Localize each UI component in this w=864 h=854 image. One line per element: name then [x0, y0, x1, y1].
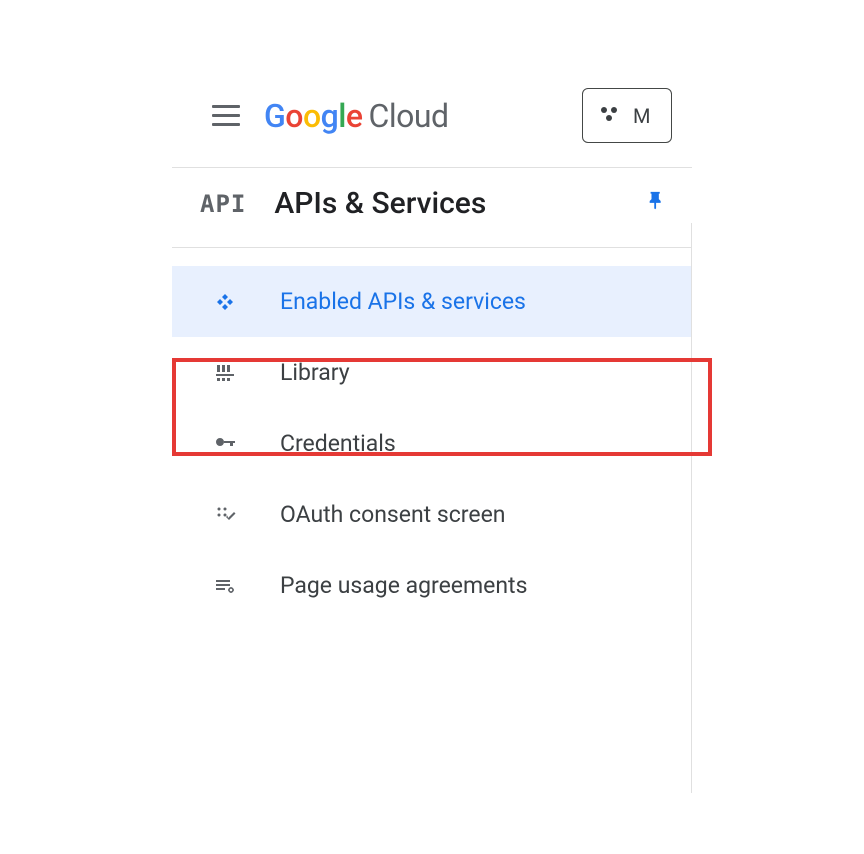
nav-item-oauth-consent[interactable]: OAuth consent screen — [172, 479, 692, 550]
key-icon — [210, 432, 240, 456]
library-icon — [210, 361, 240, 385]
api-icon: API — [200, 190, 246, 218]
sidebar-panel: Google Cloud M API APIs & Services Enabl… — [172, 68, 692, 621]
page-usage-icon — [210, 574, 240, 598]
logo-cloud-text: Cloud — [369, 97, 449, 135]
nav-label: Credentials — [280, 430, 396, 457]
topbar: Google Cloud M — [172, 68, 692, 168]
nav-label: Enabled APIs & services — [280, 288, 526, 315]
hamburger-menu-icon[interactable] — [212, 105, 240, 126]
project-name-partial: M — [633, 104, 650, 128]
pin-icon[interactable] — [646, 189, 668, 219]
nav-item-credentials[interactable]: Credentials — [172, 408, 692, 479]
google-cloud-logo[interactable]: Google Cloud — [264, 97, 449, 135]
nav-label: Page usage agreements — [280, 572, 527, 599]
section-header: API APIs & Services — [172, 168, 692, 248]
nav-label: Library — [280, 359, 350, 386]
nav-item-page-usage[interactable]: Page usage agreements — [172, 550, 692, 621]
divider — [691, 223, 692, 793]
project-selector-button[interactable]: M — [582, 88, 672, 143]
section-title: APIs & Services — [274, 186, 618, 221]
nav-list: Enabled APIs & services Library Credenti… — [172, 248, 692, 621]
project-icon — [597, 101, 621, 130]
nav-item-library[interactable]: Library — [172, 337, 692, 408]
consent-screen-icon — [210, 503, 240, 527]
diamond-icon — [210, 290, 240, 314]
nav-item-enabled-apis[interactable]: Enabled APIs & services — [172, 266, 692, 337]
nav-label: OAuth consent screen — [280, 501, 506, 528]
